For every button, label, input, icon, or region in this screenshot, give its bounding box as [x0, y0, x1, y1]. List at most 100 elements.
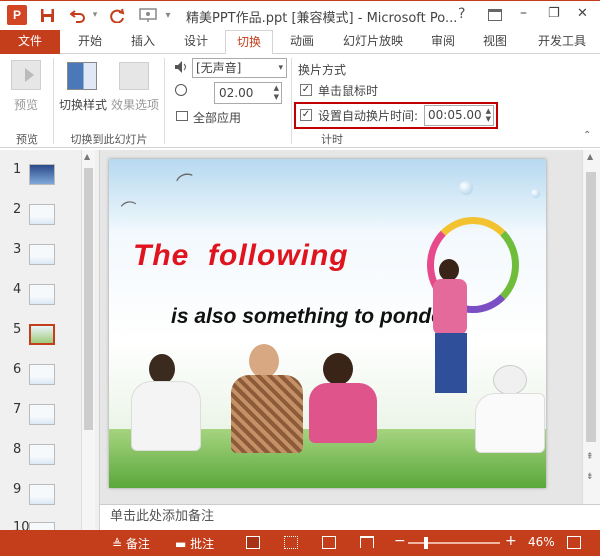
tab-file[interactable]: 文件 [0, 30, 60, 54]
chevron-down-icon: ▾ [278, 63, 283, 73]
ribbon-tab-bar: 文件 开始 插入 设计 切换 动画 幻灯片放映 审阅 视图 开发工具 [0, 30, 600, 55]
previous-slide-icon[interactable]: ⇞ [586, 452, 594, 462]
ribbon-display-options-icon[interactable] [488, 9, 502, 21]
scroll-up-arrow[interactable]: ▲ [84, 152, 90, 161]
preview-button[interactable]: 预览 [4, 58, 48, 114]
scroll-thumb[interactable] [586, 172, 596, 442]
on-click-checkbox[interactable]: ✓ [300, 84, 312, 96]
minimize-button[interactable]: – [520, 5, 527, 21]
window-title: 精美PPT作品.ppt [兼容模式] - Microsoft Po... [186, 11, 458, 26]
sound-select[interactable]: [无声音] ▾ [192, 58, 287, 78]
slide-canvas[interactable]: ⌒ ⌒ The following is also something to p… [109, 159, 546, 488]
thumbnail-image[interactable] [29, 444, 55, 465]
thumbnail-image[interactable] [29, 164, 55, 185]
thumbnail-image[interactable] [29, 204, 55, 225]
notes-toggle[interactable]: ≜ 备注 [112, 535, 150, 552]
reading-view-icon[interactable] [322, 536, 336, 549]
tab-home[interactable]: 开始 [66, 30, 114, 54]
apply-all-button[interactable]: 全部应用 [176, 108, 266, 126]
thumbnail-image[interactable] [29, 284, 55, 305]
slide-subtext[interactable]: is also something to ponder... [171, 305, 467, 329]
group-label-preview: 预览 [16, 133, 38, 146]
auto-advance-checkbox[interactable]: ✓ [300, 109, 312, 121]
slide-scrollbar[interactable]: ▲ ⇞ ⇟ [582, 150, 600, 504]
collapse-ribbon-icon[interactable]: ⌃ [583, 130, 591, 141]
preview-icon [11, 60, 41, 90]
slide-sorter-view-icon[interactable] [284, 536, 298, 549]
notes-placeholder: 单击此处添加备注 [110, 509, 215, 524]
thumbnail-item[interactable]: 2 [0, 202, 80, 228]
fit-to-window-icon[interactable] [567, 536, 581, 549]
zoom-slider-thumb[interactable] [424, 537, 428, 549]
normal-view-icon[interactable] [246, 536, 260, 549]
group-divider [53, 58, 54, 144]
present-from-start-icon[interactable] [137, 5, 159, 25]
qat-customize-icon[interactable]: ▾ [162, 5, 174, 25]
undo-icon[interactable] [68, 5, 88, 25]
notes-label: 备注 [125, 537, 150, 551]
zoom-level[interactable]: 46% [528, 535, 555, 549]
undo-dropdown-icon[interactable]: ▾ [90, 5, 100, 25]
thumbnail-number: 6 [13, 362, 22, 377]
thumbnail-item[interactable]: 1 [0, 162, 80, 188]
scroll-up-arrow[interactable]: ▲ [587, 152, 593, 161]
thumbnail-number: 7 [13, 402, 22, 417]
tab-design[interactable]: 设计 [172, 30, 220, 54]
thumbnail-number: 2 [13, 202, 22, 217]
thumbnail-image[interactable] [29, 404, 55, 425]
slideshow-view-icon[interactable] [360, 536, 374, 548]
powerpoint-logo-icon[interactable]: P [7, 5, 27, 25]
tab-view[interactable]: 视图 [471, 30, 519, 54]
thumbnail-item[interactable]: 6 [0, 362, 80, 388]
duration-spinner[interactable]: ▲ ▼ [274, 84, 279, 102]
save-icon[interactable] [38, 5, 56, 25]
advance-slide-title: 换片方式 [298, 63, 347, 77]
tab-review[interactable]: 审阅 [419, 30, 467, 54]
help-button[interactable]: ? [458, 6, 465, 22]
on-click-label: 单击鼠标时 [318, 84, 379, 98]
comments-toggle[interactable]: ▬ 批注 [175, 535, 214, 552]
thumbnail-image[interactable] [29, 244, 55, 265]
thumbnail-scrollbar[interactable]: ▲ [81, 150, 95, 530]
thumbnail-number: 3 [13, 242, 22, 257]
thumbnail-item[interactable]: 3 [0, 242, 80, 268]
effect-options-button[interactable]: 效果选项 [109, 58, 161, 114]
ribbon-transitions: 预览 切换样式 效果选项 [无声音] ▾ 02.00 ▲ ▼ 全部应用 换片方式 … [0, 54, 600, 148]
thumbnail-image[interactable] [29, 324, 55, 345]
water-drop-icon [531, 189, 540, 198]
water-drop-icon [459, 181, 473, 195]
close-button[interactable]: ✕ [577, 6, 588, 21]
tab-animations[interactable]: 动画 [278, 30, 326, 54]
auto-advance-spinner[interactable]: ▲ ▼ [486, 107, 491, 123]
thumbnail-item[interactable]: 7 [0, 402, 80, 428]
thumbnail-item[interactable]: 5 [0, 322, 80, 348]
tab-slideshow[interactable]: 幻灯片放映 [333, 30, 413, 54]
thumbnail-number: 4 [13, 282, 22, 297]
notes-pane[interactable]: 单击此处添加备注 [100, 504, 600, 530]
zoom-out-button[interactable]: − [394, 533, 406, 549]
thumbnail-item[interactable]: 8 [0, 442, 80, 468]
slide-heading[interactable]: The following [133, 239, 349, 273]
tab-developer[interactable]: 开发工具 [530, 30, 594, 54]
switch-style-button[interactable]: 切换样式 [57, 58, 109, 114]
zoom-in-button[interactable]: + [505, 533, 517, 549]
zoom-slider[interactable] [408, 537, 500, 549]
scroll-thumb[interactable] [84, 168, 93, 430]
next-slide-icon[interactable]: ⇟ [586, 472, 594, 482]
duration-input[interactable]: 02.00 ▲ ▼ [214, 82, 282, 104]
restore-button[interactable]: ❐ [548, 6, 560, 21]
redo-icon[interactable] [108, 5, 126, 25]
preview-label: 预览 [13, 98, 38, 112]
thumbnail-number: 5 [13, 322, 22, 337]
thumbnail-item[interactable]: 9 [0, 482, 80, 508]
thumbnail-image[interactable] [29, 484, 55, 505]
thumbnail-image[interactable] [29, 364, 55, 385]
tab-transitions[interactable]: 切换 [225, 30, 273, 55]
tab-insert[interactable]: 插入 [119, 30, 167, 54]
title-bar: P ▾ ▾ 精美PPT作品.ppt [兼容模式] - Microsoft Po.… [0, 0, 600, 30]
effect-options-icon [119, 62, 149, 90]
slide-editor[interactable]: ⌒ ⌒ The following is also something to p… [100, 150, 600, 504]
transition-style-icon [67, 62, 97, 90]
auto-advance-input[interactable]: 00:05.00 ▲ ▼ [424, 105, 494, 126]
thumbnail-item[interactable]: 4 [0, 282, 80, 308]
